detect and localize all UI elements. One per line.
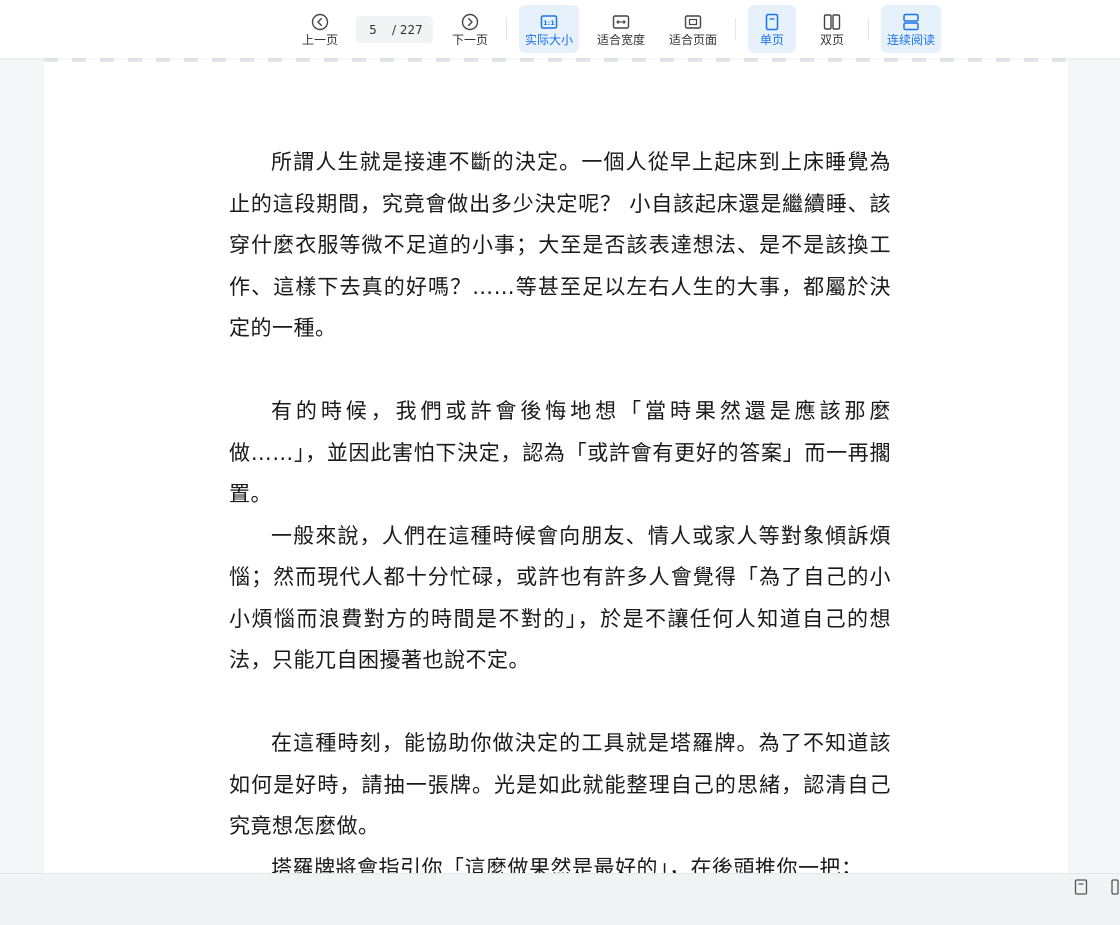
single-page-icon[interactable] <box>1073 879 1089 895</box>
actual-size-icon: 1:1 <box>540 15 558 29</box>
next-page-label: 下一页 <box>451 33 488 47</box>
next-page-button[interactable]: 下一页 <box>446 5 494 53</box>
page-number-box[interactable]: 5 / 227 <box>356 16 433 43</box>
toolbar-separator <box>868 18 869 40</box>
paragraph: 所謂人生就是接連不斷的決定。一個人從早上起床到上床睡覺為止的這段期間，究竟會做出… <box>229 150 891 340</box>
double-page-label: 双页 <box>819 33 844 47</box>
pdf-viewer: 上一页 5 / 227 下一页 1:1 实际大小 适合宽度 适合页面 单页 双页… <box>0 0 1120 925</box>
double-page-icon <box>823 14 841 30</box>
continuous-reading-button[interactable]: 连续阅读 <box>881 5 941 53</box>
fit-page-label: 适合页面 <box>668 33 717 47</box>
chevron-left-circle-icon <box>311 13 329 31</box>
fit-width-button[interactable]: 适合宽度 <box>591 5 651 53</box>
prev-page-label: 上一页 <box>301 33 338 47</box>
single-page-button[interactable]: 单页 <box>748 5 796 53</box>
prev-page-button[interactable]: 上一页 <box>296 5 344 53</box>
page-total: / 227 <box>392 22 423 37</box>
toolbar-separator <box>506 18 507 40</box>
actual-size-label: 实际大小 <box>524 33 573 47</box>
fit-page-icon <box>684 15 702 29</box>
previous-page-edge <box>44 58 1068 62</box>
fit-width-icon <box>612 15 630 29</box>
paragraph: 有的時候，我們或許會後悔地想「當時果然還是應該那麼做……」，並因此害怕下決定，認… <box>229 399 891 506</box>
single-page-label: 单页 <box>759 33 784 47</box>
paragraph: 塔羅牌將會指引你「這麼做果然是最好的」，在後頭推你一把； <box>271 855 863 875</box>
paragraph: 一般來說，人們在這種時候會向朋友、情人或家人等對象傾訴煩惱；然而現代人都十分忙碌… <box>229 523 891 673</box>
actual-size-button[interactable]: 1:1 实际大小 <box>519 5 579 53</box>
svg-text:1:1: 1:1 <box>543 19 555 27</box>
continuous-reading-label: 连续阅读 <box>886 33 935 47</box>
page-current-input[interactable]: 5 <box>356 23 390 37</box>
page-text: 所謂人生就是接連不斷的決定。一個人從早上起床到上床睡覺為止的這段期間，究竟會做出… <box>229 142 891 874</box>
toolbar-separator <box>735 18 736 40</box>
document-page: 所謂人生就是接連不斷的決定。一個人從早上起床到上床睡覺為止的這段期間，究竟會做出… <box>44 58 1068 874</box>
chevron-right-circle-icon <box>461 13 479 31</box>
viewer-toolbar: 上一页 5 / 227 下一页 1:1 实际大小 适合宽度 适合页面 单页 双页… <box>0 0 1120 58</box>
double-page-icon[interactable] <box>1108 879 1120 895</box>
bottom-status-bar <box>0 873 1120 925</box>
paragraph: 在這種時刻，能協助你做決定的工具就是塔羅牌。為了不知道該如何是好時，請抽一張牌。… <box>229 731 891 838</box>
double-page-button[interactable]: 双页 <box>808 5 856 53</box>
fit-width-label: 适合宽度 <box>596 33 645 47</box>
continuous-reading-icon <box>903 13 919 31</box>
fit-page-button[interactable]: 适合页面 <box>663 5 723 53</box>
single-page-icon <box>765 13 779 31</box>
